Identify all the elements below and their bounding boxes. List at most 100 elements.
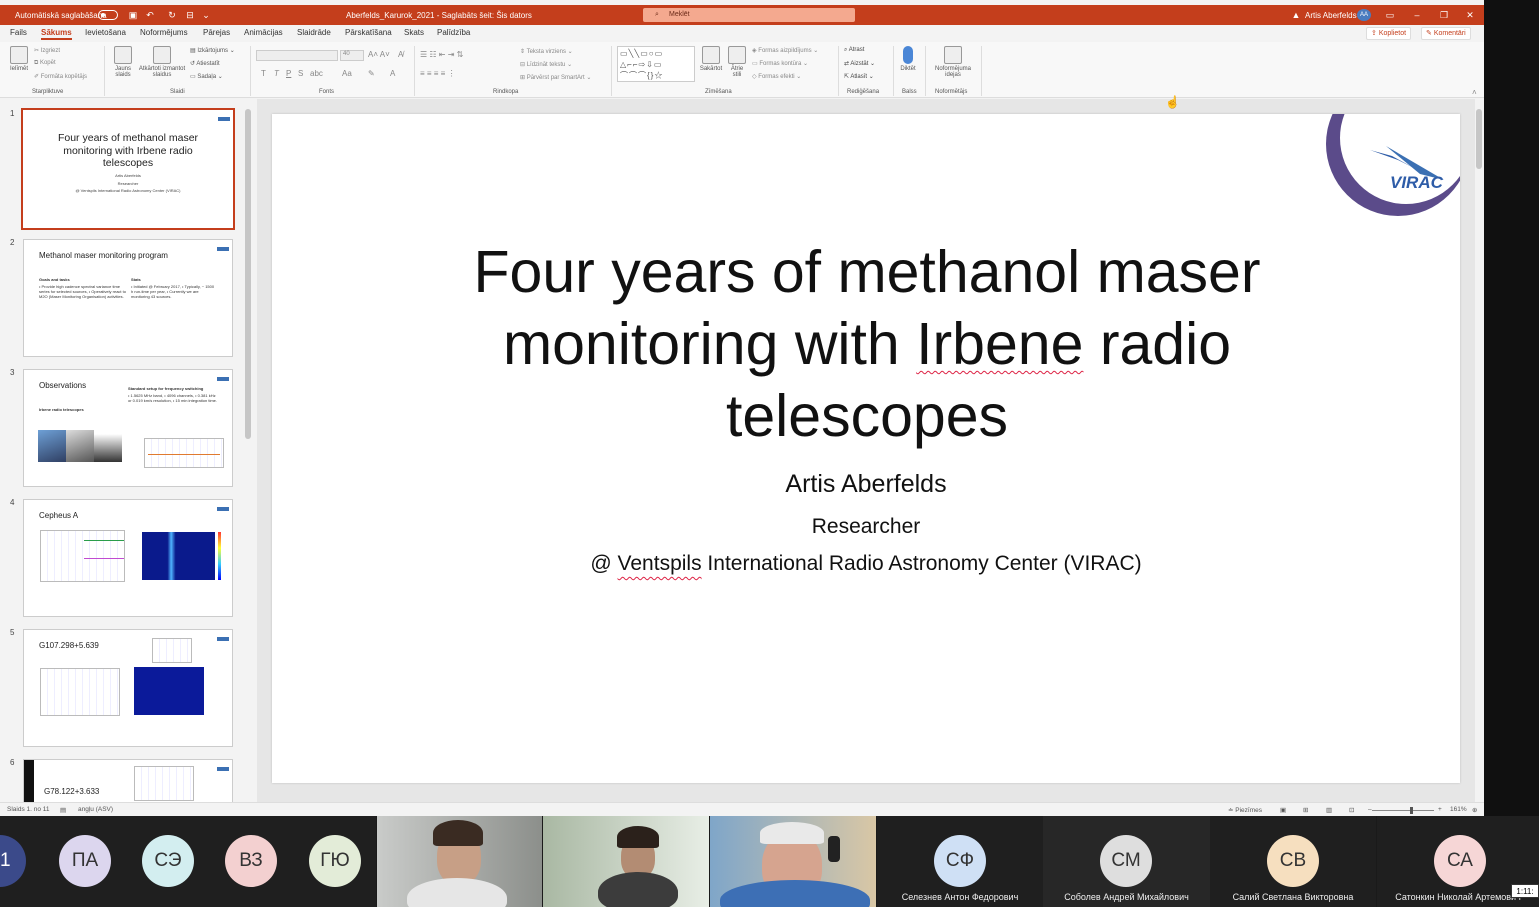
zoom-level[interactable]: 161% (1450, 806, 1467, 813)
participant-video[interactable] (377, 816, 542, 907)
scrollbar-thumb[interactable] (245, 109, 251, 439)
participant-avatar[interactable]: ПА (59, 835, 111, 887)
close-icon[interactable]: ✕ (1462, 8, 1478, 22)
slide-thumbnail-2[interactable]: Methanol maser monitoring program Goals … (23, 239, 233, 357)
tab-help[interactable]: Palīdzība (437, 28, 470, 37)
font-size-select[interactable]: 40 (340, 50, 364, 61)
participant-video[interactable] (710, 816, 876, 907)
reuse-slides-button[interactable]: Atkārtoti izmantot slaidus (138, 46, 186, 78)
current-slide[interactable]: VIRAC Four years of methanol maser monit… (272, 114, 1460, 783)
slide-thumbnail-6[interactable]: G78.122+3.633 (23, 759, 233, 802)
spellcheck-icon[interactable]: ▤ (60, 806, 66, 814)
reading-view-icon[interactable]: ▥ (1326, 806, 1332, 814)
autosave-toggle[interactable] (98, 10, 118, 20)
italic-button[interactable]: T (274, 69, 279, 78)
restore-icon[interactable]: ❐ (1436, 8, 1452, 22)
shapes-gallery[interactable]: ▭╲╲▭○▭ △⌐⌐⇨⇩▭ ⌒⌒⌒{}☆ (617, 46, 695, 82)
slide-title[interactable]: Four years of methanol maser monitoring … (372, 236, 1362, 452)
align-text-button[interactable]: ⊟ Līdzināt tekstu ⌄ (520, 61, 572, 68)
tab-design[interactable]: Noformējums (140, 28, 188, 37)
bold-button[interactable]: T (261, 69, 266, 78)
slide-thumbnail-4[interactable]: Cepheus A (23, 499, 233, 617)
zoom-in-icon[interactable]: + (1438, 806, 1442, 813)
grow-font-icon[interactable]: A˄ A˅ (368, 50, 390, 59)
participant-avatar[interactable]: 41 (0, 835, 26, 887)
font-name-select[interactable] (256, 50, 338, 61)
slide-sorter-icon[interactable]: ⊞ (1303, 806, 1308, 814)
tab-transitions[interactable]: Pārejas (203, 28, 230, 37)
tab-view[interactable]: Skats (404, 28, 424, 37)
customize-qat-icon[interactable]: ⌄ (200, 9, 212, 21)
smartart-button[interactable]: ⊞ Pārvērst par SmartArt ⌄ (520, 74, 591, 81)
present-icon[interactable]: ⊟ (184, 9, 196, 21)
participant-tile[interactable]: СВ Салий Светлана Викторовна (1210, 816, 1376, 907)
arrange-button[interactable]: Sakārtot (698, 46, 724, 72)
collapse-ribbon-icon[interactable]: ˄ (1472, 88, 1477, 97)
zoom-slider-thumb[interactable] (1410, 807, 1413, 814)
participant-avatar[interactable]: ВЗ (225, 835, 277, 887)
reset-button[interactable]: ↺ Atiestatīt (190, 60, 220, 67)
shape-outline-button[interactable]: ▭ Formas kontūra ⌄ (752, 60, 808, 67)
slide-thumbnail-1[interactable]: Four years of methanol maser monitoring … (21, 108, 235, 230)
notes-button[interactable]: ≐ Piezīmes (1228, 806, 1262, 814)
bullets-icon[interactable]: ☰ ☷ ⇤ ⇥ ⇅ (420, 50, 463, 59)
copy-button[interactable]: ⧉ Kopēt (34, 60, 56, 67)
tab-home[interactable]: Sākums (41, 28, 72, 40)
layout-button[interactable]: ▤ Izkārtojums ⌄ (190, 47, 235, 54)
font-color-icon[interactable]: A (390, 69, 395, 78)
tab-review[interactable]: Pārskatīšana (345, 28, 392, 37)
editor-scrollbar[interactable] (1475, 99, 1484, 802)
replace-button[interactable]: ⇄ Aizstāt ⌄ (844, 60, 875, 67)
tab-file[interactable]: Fails (10, 28, 27, 37)
shape-fill-button[interactable]: ◈ Formas aizpildījums ⌄ (752, 47, 818, 54)
slide-thumbnail-5[interactable]: G107.298+5.639 (23, 629, 233, 747)
user-name[interactable]: Artis Aberfelds (1305, 11, 1357, 20)
tab-slideshow[interactable]: Slaidrāde (297, 28, 331, 37)
warning-icon[interactable]: ▲ (1290, 9, 1302, 21)
quick-styles-button[interactable]: Ātrie stili (726, 46, 748, 78)
slide-affiliation[interactable]: @ Ventspils International Radio Astronom… (272, 552, 1460, 576)
document-title[interactable]: Aberfelds_Karurok_2021 - Saglabāts šeit:… (346, 11, 532, 20)
tab-animations[interactable]: Animācijas (244, 28, 283, 37)
comments-button[interactable]: ✎ Komentāri (1421, 27, 1471, 40)
thumbnail-scrollbar[interactable] (244, 99, 252, 802)
participant-avatar[interactable]: СЭ (142, 835, 194, 887)
shape-effects-button[interactable]: ◇ Formas efekti ⌄ (752, 73, 801, 80)
tab-insert[interactable]: Ievietošana (85, 28, 126, 37)
new-slide-button[interactable]: Jauns slaids (110, 46, 136, 78)
dictate-button[interactable]: Diktēt (897, 46, 919, 72)
zoom-slider[interactable] (1372, 810, 1434, 811)
language-indicator[interactable]: angļu (ASV) (78, 806, 113, 813)
normal-view-icon[interactable]: ▣ (1280, 806, 1286, 814)
select-button[interactable]: ⇱ Atlasīt ⌄ (844, 73, 874, 80)
text-direction-button[interactable]: ⇕ Teksta virziens ⌄ (520, 48, 573, 55)
clear-format-icon[interactable]: A̸ (398, 50, 403, 59)
cut-button[interactable]: ✂ Izgriezt (34, 47, 60, 54)
share-button[interactable]: ⇪ Koplietot (1366, 27, 1412, 40)
section-button[interactable]: ▭ Sadaļa ⌄ (190, 73, 223, 80)
user-avatar[interactable]: AA (1357, 9, 1371, 21)
slide-author[interactable]: Artis Aberfelds (272, 470, 1460, 499)
redo-icon[interactable]: ↻ (166, 9, 178, 21)
change-case-icon[interactable]: Aa (342, 69, 352, 78)
find-button[interactable]: ⌕ Atrast (844, 47, 864, 54)
align-icons[interactable]: ≡ ≡ ≡ ≡ ⋮ (420, 69, 456, 78)
undo-icon[interactable]: ↶ (144, 9, 156, 21)
ribbon-display-icon[interactable]: ▭ (1382, 8, 1398, 22)
strikethrough-icon[interactable]: abc (310, 69, 323, 78)
participant-video[interactable] (543, 816, 709, 907)
save-icon[interactable]: ▣ (127, 9, 139, 21)
slide-thumbnail-3[interactable]: Observations Irbene radio telescopes Sta… (23, 369, 233, 487)
paste-button[interactable]: Ielīmēt (6, 46, 32, 72)
participant-tile[interactable]: СМ Соболев Андрей Михайлович (1043, 816, 1210, 907)
shadow-button[interactable]: S (298, 69, 303, 78)
slideshow-view-icon[interactable]: ⊡ (1349, 806, 1354, 814)
highlight-icon[interactable]: ✎ (368, 69, 375, 78)
minimize-icon[interactable]: – (1409, 8, 1425, 22)
participant-avatar[interactable]: ГЮ (309, 835, 361, 887)
format-painter-button[interactable]: ✐ Formāta kopētājs (34, 73, 87, 80)
fit-slide-icon[interactable]: ⊕ (1472, 806, 1477, 814)
slide-role[interactable]: Researcher (272, 515, 1460, 539)
search-input[interactable]: ⌕ Meklēt (643, 8, 855, 22)
scrollbar-thumb[interactable] (1476, 109, 1482, 169)
